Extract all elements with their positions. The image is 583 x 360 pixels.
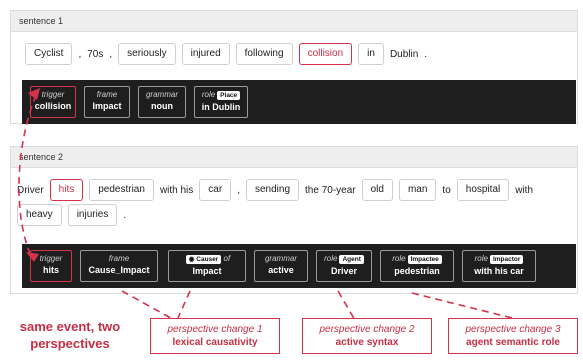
arrow-down-icon [26, 252, 39, 262]
perspective-change-2: perspective change 2 active syntax [302, 318, 432, 354]
perspective-change-3: perspective change 3 agent semantic role [448, 318, 578, 354]
link-change-1b [177, 290, 191, 319]
same-event-note: same event, two perspectives [4, 318, 136, 352]
link-change-3 [411, 292, 521, 321]
trigger-link-curve [18, 94, 37, 259]
perspective-change-1: perspective change 1 lexical causativity [150, 318, 280, 354]
connector-lines [18, 88, 521, 323]
